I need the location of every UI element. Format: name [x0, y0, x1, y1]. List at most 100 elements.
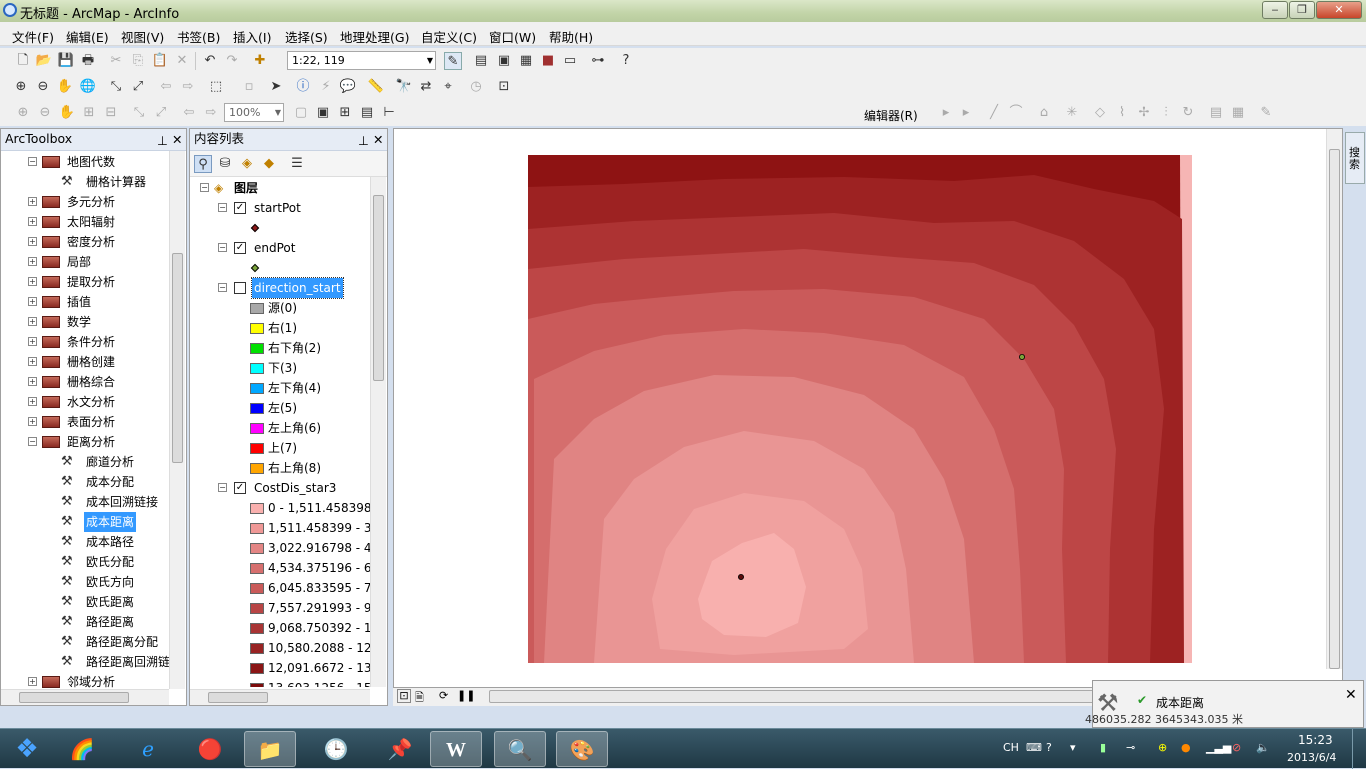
- pin-icon[interactable]: ⊥: [157, 131, 168, 151]
- toolbox-item[interactable]: + 数学: [1, 312, 169, 332]
- layout-zoom-out-icon[interactable]: ⊖: [36, 104, 54, 122]
- toolbox-vertical-scrollbar[interactable]: [169, 151, 185, 689]
- end-point-arc-icon[interactable]: ⌒: [1007, 104, 1025, 122]
- word-icon[interactable]: W: [430, 731, 482, 767]
- tool-item[interactable]: ⚒ 成本距离: [1, 512, 169, 532]
- html-popup-icon[interactable]: 💬: [339, 78, 357, 96]
- layout-pan-icon[interactable]: ✋: [58, 104, 76, 122]
- add-data-icon[interactable]: ✚: [251, 52, 269, 70]
- minimize-button[interactable]: ‒: [1262, 1, 1288, 19]
- close-window-button[interactable]: ✕: [1316, 1, 1362, 19]
- chrome-icon[interactable]: 🔴: [184, 731, 236, 767]
- go-to-xy-icon[interactable]: ⌖: [439, 78, 457, 96]
- select-elements-icon[interactable]: ➤: [267, 78, 285, 96]
- identify-icon[interactable]: ⓘ: [294, 78, 312, 96]
- expand-icon[interactable]: +: [28, 237, 37, 246]
- fixed-zoom-in-layout-icon[interactable]: ⤡: [130, 104, 148, 122]
- arcmap-taskbar-icon[interactable]: 🔍: [494, 731, 546, 767]
- focus-data-frame-icon[interactable]: ▣: [314, 104, 332, 122]
- back-extent-icon[interactable]: ⇦: [157, 78, 175, 96]
- find-route-icon[interactable]: ⇄: [417, 78, 435, 96]
- keyboard-icon[interactable]: ⌨: [1026, 741, 1042, 754]
- toolbox-item[interactable]: + 太阳辐射: [1, 212, 169, 232]
- tool-item[interactable]: ⚒ 成本路径: [1, 532, 169, 552]
- toolbox-hscroll-thumb[interactable]: [19, 692, 129, 703]
- straight-segment-icon[interactable]: ╱: [985, 104, 1003, 122]
- undo-icon[interactable]: ↶: [201, 52, 219, 70]
- list-by-visibility-icon[interactable]: ◈: [238, 155, 256, 173]
- toolbox-item[interactable]: + 栅格综合: [1, 372, 169, 392]
- data-driven-pages-icon[interactable]: ▤: [358, 104, 376, 122]
- menu-windows[interactable]: 窗口(W): [489, 27, 536, 46]
- zoom-in-icon[interactable]: ⊕: [12, 78, 30, 96]
- cost-distance-raster[interactable]: [394, 129, 1326, 689]
- catalog-icon[interactable]: ▣: [495, 52, 513, 70]
- table-of-contents-icon[interactable]: ▤: [472, 52, 490, 70]
- show-desktop-button[interactable]: [1352, 729, 1366, 769]
- point-icon[interactable]: ✳: [1063, 104, 1081, 122]
- toc-layer[interactable]: − ✓ CostDis_star3: [190, 478, 370, 498]
- fixed-zoom-in-icon[interactable]: ⤡: [107, 78, 125, 96]
- layout-view-icon[interactable]: 🗎: [415, 689, 424, 708]
- paint-icon[interactable]: 🎨: [556, 731, 608, 767]
- fixed-zoom-out-layout-icon[interactable]: ⤢: [152, 104, 170, 122]
- explorer-icon[interactable]: 📁: [244, 731, 296, 767]
- toc-scroll-thumb[interactable]: [373, 195, 384, 381]
- expand-icon[interactable]: +: [28, 397, 37, 406]
- split-icon[interactable]: ⫶: [1157, 104, 1175, 122]
- menu-insert[interactable]: 插入(I): [233, 27, 271, 46]
- expand-icon[interactable]: +: [28, 257, 37, 266]
- collapse-icon[interactable]: −: [218, 203, 227, 212]
- menu-edit[interactable]: 编辑(E): [66, 27, 109, 46]
- layer-visibility-checkbox[interactable]: ✓: [234, 482, 246, 494]
- tool-item[interactable]: ⚒ 路径距离: [1, 612, 169, 632]
- map-view[interactable]: [393, 128, 1343, 688]
- layer-visibility-checkbox[interactable]: [234, 282, 246, 294]
- toc-layer[interactable]: − ✓ endPot: [190, 238, 370, 258]
- tool-item[interactable]: ⚒ 路径距离分配: [1, 632, 169, 652]
- delete-icon[interactable]: ✕: [173, 52, 191, 70]
- expand-icon[interactable]: +: [28, 217, 37, 226]
- toggle-icon[interactable]: ⊸: [1126, 741, 1135, 754]
- list-by-source-icon[interactable]: ⛁: [216, 155, 234, 173]
- fixed-zoom-out-icon[interactable]: ⤢: [129, 78, 147, 96]
- toolbox-item[interactable]: + 水文分析: [1, 392, 169, 412]
- tool-item[interactable]: ⚒ 路径距离回溯链: [1, 652, 169, 672]
- tool-item[interactable]: ⚒ 栅格计算器: [1, 172, 169, 192]
- change-layout-icon[interactable]: ⊞: [336, 104, 354, 122]
- layout-extra-icon[interactable]: ⊢: [380, 104, 398, 122]
- list-by-selection-icon[interactable]: ◆: [260, 155, 278, 173]
- toolbox-item[interactable]: − 地图代数: [1, 152, 169, 172]
- clock-app-icon[interactable]: 🕒: [310, 731, 362, 767]
- toolbox-item[interactable]: + 局部: [1, 252, 169, 272]
- expand-icon[interactable]: +: [28, 417, 37, 426]
- tool-item[interactable]: ⚒ 欧氏距离: [1, 592, 169, 612]
- tool-item[interactable]: ⚒ 成本分配: [1, 472, 169, 492]
- zoom-100-icon[interactable]: ⊟: [102, 104, 120, 122]
- edit-tool-icon[interactable]: ▸: [937, 104, 955, 122]
- save-icon[interactable]: 💾: [57, 52, 75, 70]
- notification-close-button[interactable]: ✕: [1345, 687, 1357, 703]
- toggle-draft-mode-icon[interactable]: ▢: [292, 104, 310, 122]
- clock-date[interactable]: 2013/6/4: [1287, 751, 1336, 764]
- refresh-icon[interactable]: ⟳: [439, 689, 448, 702]
- expand-icon[interactable]: +: [28, 277, 37, 286]
- zoom-whole-page-icon[interactable]: ⊞: [80, 104, 98, 122]
- expand-icon[interactable]: +: [28, 677, 37, 686]
- network-icon[interactable]: ⊘: [1232, 741, 1241, 754]
- toolbox-item[interactable]: + 密度分析: [1, 232, 169, 252]
- menu-file[interactable]: 文件(F): [12, 27, 54, 46]
- restore-button[interactable]: ❐: [1289, 1, 1315, 19]
- trace-icon[interactable]: ⌂: [1035, 104, 1053, 122]
- edit-annotation-icon[interactable]: ▸: [957, 104, 975, 122]
- toc-layer[interactable]: − direction_start: [190, 277, 370, 299]
- expand-icon[interactable]: +: [28, 197, 37, 206]
- internet-explorer-icon[interactable]: ℯ: [122, 731, 174, 767]
- map-vertical-scrollbar[interactable]: [1326, 129, 1342, 669]
- expand-icon[interactable]: +: [28, 297, 37, 306]
- rotate-icon[interactable]: ↻: [1179, 104, 1197, 122]
- expand-icon[interactable]: +: [28, 357, 37, 366]
- zoom-out-icon[interactable]: ⊖: [34, 78, 52, 96]
- attributes-icon[interactable]: ▤: [1207, 104, 1225, 122]
- layer-visibility-checkbox[interactable]: ✓: [234, 202, 246, 214]
